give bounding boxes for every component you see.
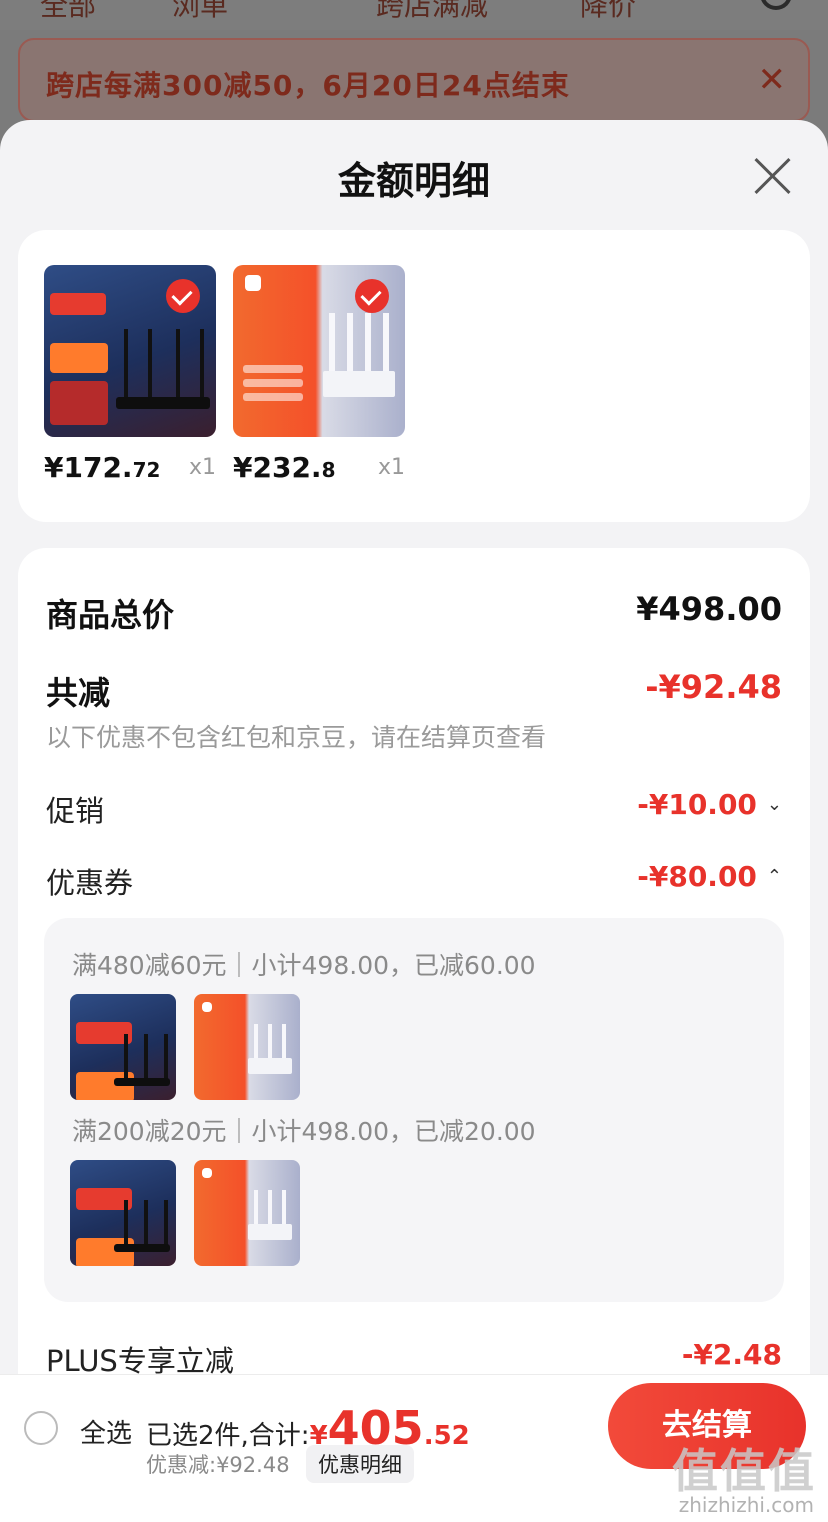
summary-prefix: 已选2件,合计:	[146, 1421, 310, 1451]
select-all-radio[interactable]	[24, 1411, 58, 1445]
checked-icon[interactable]	[166, 279, 200, 313]
product-quantity: x1	[188, 455, 216, 480]
coupon-group-text: 满480减60元｜小计498.00，已减60.00	[72, 951, 536, 980]
coupon-detail-box: 满480减60元｜小计498.00，已减60.00 满200减20元｜小计498…	[44, 918, 784, 1302]
search-icon	[760, 0, 792, 10]
promo-value: -¥10.00	[637, 788, 757, 821]
promo-banner-text: 跨店每满300减50，6月20日24点结束	[46, 69, 570, 102]
xiaomi-router-thumbnail	[194, 994, 300, 1100]
product-price: ¥172.72	[44, 451, 161, 484]
coupon-value-wrap: -¥80.00 ⌃	[637, 860, 782, 893]
promo-banner: 跨店每满300减50，6月20日24点结束 ✕	[18, 38, 810, 122]
total-reduction-value: -¥92.48	[645, 668, 782, 706]
coupon-label: 优惠券	[46, 866, 134, 900]
checkout-bar: 全选 已选2件,合计:¥405.52 优惠减:¥92.48 优惠明细 去结算 值…	[0, 1374, 828, 1522]
discount-amount: 优惠减:¥92.48	[146, 1453, 290, 1477]
coupon-value: -¥80.00	[637, 860, 757, 893]
amount-detail-sheet: 金额明细 ¥172.72 x1 ¥232.8 x1 商品总价 ¥498.00 共…	[0, 120, 828, 1522]
plus-discount-value: -¥2.48	[681, 1338, 782, 1371]
product-item-ruijie[interactable]: ¥172.72 x1	[44, 265, 216, 484]
banner-close-icon: ✕	[757, 60, 787, 100]
ruijie-router-thumbnail	[44, 265, 216, 437]
total-price-value: ¥498.00	[636, 590, 782, 628]
xiaomi-router-thumbnail	[233, 265, 405, 437]
product-price: ¥232.8	[233, 451, 336, 484]
ruijie-router-thumbnail	[70, 994, 176, 1100]
product-quantity: x1	[377, 455, 405, 480]
reduction-note: 以下优惠不包含红包和京豆，请在结算页查看	[46, 723, 547, 752]
close-icon[interactable]	[752, 156, 792, 196]
product-item-xiaomi[interactable]: ¥232.8 x1	[233, 265, 405, 484]
chevron-down-icon[interactable]: ⌄	[767, 794, 782, 815]
checked-icon[interactable]	[355, 279, 389, 313]
watermark-logo: 值值值	[672, 1444, 816, 1498]
watermark-url: zhizhizhi.com	[678, 1493, 814, 1517]
bg-tab-price-drop: 降价	[580, 0, 637, 22]
promo-label: 促销	[46, 794, 105, 828]
bg-tab-browse: 浏单	[172, 0, 229, 22]
chevron-up-icon[interactable]: ⌃	[767, 866, 782, 887]
products-card: ¥172.72 x1 ¥232.8 x1	[18, 230, 810, 522]
total-price-label: 商品总价	[46, 596, 175, 634]
total-reduction-label: 共减	[46, 674, 111, 712]
select-all-label[interactable]: 全选	[80, 1413, 132, 1450]
background-tab-bar: 全部 浏单 跨店满减 降价	[0, 0, 828, 30]
total-amount-decimal: .52	[423, 1421, 470, 1451]
promo-value-wrap: -¥10.00 ⌄	[637, 788, 782, 821]
xiaomi-router-thumbnail	[194, 1160, 300, 1266]
sheet-title: 金额明细	[337, 159, 490, 203]
coupon-group-text: 满200减20元｜小计498.00，已减20.00	[72, 1117, 536, 1146]
ruijie-router-thumbnail	[70, 1160, 176, 1266]
discount-detail-button[interactable]: 优惠明细	[306, 1445, 414, 1483]
bg-tab-cross-store: 跨店满减	[376, 0, 489, 22]
bg-tab-all: 全部	[40, 0, 97, 22]
